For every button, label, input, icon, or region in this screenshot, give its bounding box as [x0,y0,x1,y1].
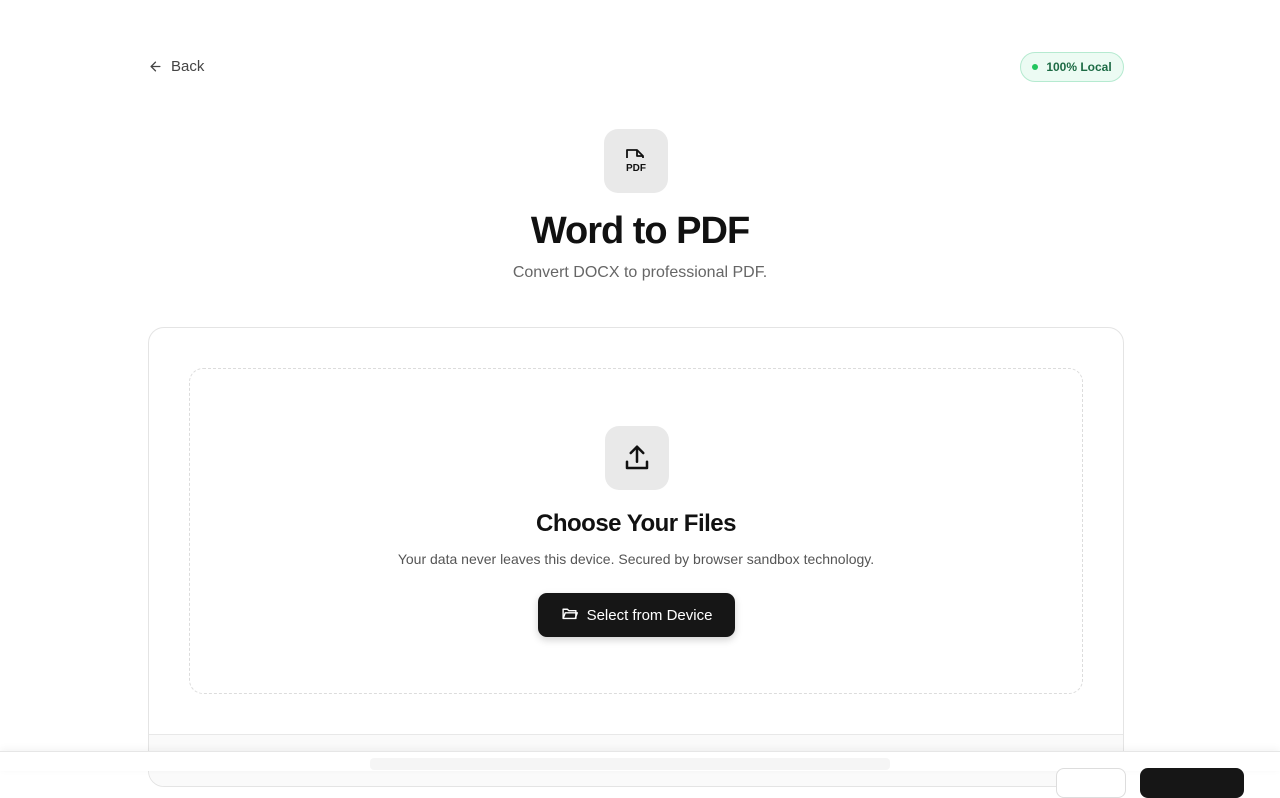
file-dropzone[interactable]: Choose Your Files Your data never leaves… [189,368,1083,694]
bottom-bar-info [370,758,890,770]
upload-card: Choose Your Files Your data never leaves… [148,327,1124,787]
select-from-device-label: Select from Device [586,606,713,624]
back-link[interactable]: Back [148,58,204,75]
local-status-label: 100% Local [1046,60,1112,74]
local-status-badge: 100% Local [1020,52,1124,82]
arrow-left-icon [148,59,163,74]
page-title: Word to PDF [530,210,750,252]
dropzone-title: Choose Your Files [536,510,737,537]
folder-open-icon [561,605,578,626]
upload-icon [605,426,669,490]
page-subtitle: Convert DOCX to professional PDF. [512,264,768,281]
back-label: Back [171,58,205,75]
bottom-secondary-button[interactable] [1056,768,1126,798]
pdf-file-icon: PDF [604,129,668,193]
select-from-device-button[interactable]: Select from Device [538,593,735,637]
status-dot [1032,64,1039,70]
dropzone-description: Your data never leaves this device. Secu… [397,551,875,567]
bottom-action-bar [0,751,1280,798]
svg-text:PDF: PDF [626,163,646,174]
bottom-primary-button[interactable] [1140,768,1244,798]
